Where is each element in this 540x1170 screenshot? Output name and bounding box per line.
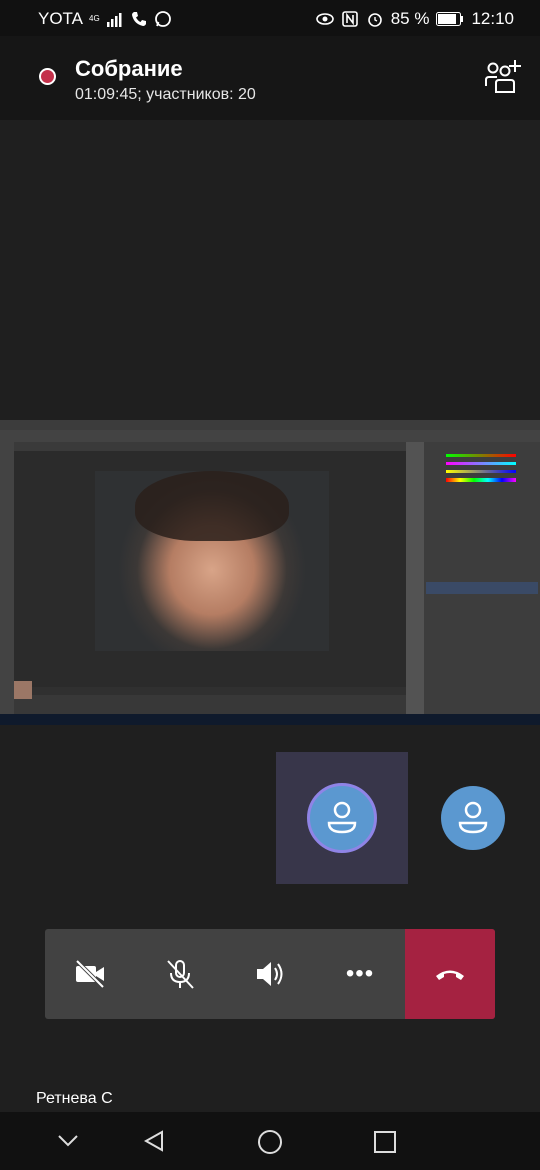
shared-app-toolbar bbox=[0, 442, 14, 714]
battery-icon bbox=[436, 12, 464, 26]
avatar bbox=[441, 786, 505, 850]
portrait-hair bbox=[135, 471, 289, 541]
whatsapp-icon bbox=[154, 11, 171, 27]
mic-toggle-button[interactable] bbox=[135, 929, 225, 1019]
chevron-down-icon[interactable] bbox=[56, 1132, 80, 1150]
call-controls: ••• bbox=[45, 929, 495, 1019]
network-type: 4G bbox=[89, 14, 100, 23]
shared-app-tabs bbox=[14, 442, 406, 451]
shared-portrait-image bbox=[95, 471, 329, 651]
recents-icon[interactable] bbox=[373, 1130, 397, 1154]
mic-off-icon bbox=[167, 960, 194, 989]
phone-icon bbox=[131, 12, 146, 26]
home-icon[interactable] bbox=[257, 1129, 283, 1155]
participant-tile-active[interactable] bbox=[276, 752, 408, 884]
shared-app-thumbnail bbox=[14, 681, 32, 699]
shared-app-history bbox=[14, 695, 406, 714]
status-right: 85 % 12:10 bbox=[315, 9, 514, 29]
more-options-button[interactable]: ••• bbox=[315, 929, 405, 1019]
person-icon bbox=[327, 801, 357, 834]
hangup-button[interactable] bbox=[405, 929, 495, 1019]
signal-icon bbox=[106, 13, 122, 27]
shared-app-statusbar bbox=[14, 687, 406, 695]
participant-name: Ретнева С bbox=[36, 1090, 113, 1107]
shared-app-panels bbox=[424, 442, 540, 714]
participant-tile[interactable] bbox=[408, 752, 540, 884]
recording-indicator bbox=[39, 68, 56, 85]
carrier-name: YOTA bbox=[38, 9, 84, 28]
system-nav-bar bbox=[0, 1112, 540, 1170]
person-icon bbox=[458, 801, 488, 834]
hangup-icon bbox=[436, 970, 464, 980]
add-participants-button[interactable] bbox=[484, 58, 522, 94]
shared-screen[interactable] bbox=[0, 420, 540, 725]
meeting-title: Собрание bbox=[75, 56, 183, 81]
shared-app-selected-layer bbox=[426, 582, 538, 594]
back-icon[interactable] bbox=[142, 1129, 166, 1153]
eye-icon bbox=[315, 13, 334, 25]
avatar bbox=[307, 783, 377, 853]
nfc-icon bbox=[341, 11, 358, 27]
alarm-icon bbox=[367, 13, 382, 27]
clock: 12:10 bbox=[471, 9, 514, 28]
shared-app-options-bar bbox=[0, 430, 540, 442]
status-bar: YOTA 4G 85 % 12:10 bbox=[0, 0, 540, 36]
camera-off-icon bbox=[75, 959, 105, 989]
shared-taskbar bbox=[0, 714, 540, 725]
meeting-subtitle: 01:09:45; участников: 20 bbox=[75, 86, 256, 103]
speaker-icon bbox=[257, 962, 283, 986]
speaker-button[interactable] bbox=[225, 929, 315, 1019]
status-left: YOTA 4G bbox=[38, 9, 172, 29]
camera-toggle-button[interactable] bbox=[45, 929, 135, 1019]
shared-app-menubar bbox=[0, 420, 540, 430]
battery-percent: 85 % bbox=[390, 9, 430, 28]
more-options-label: ••• bbox=[345, 960, 375, 987]
